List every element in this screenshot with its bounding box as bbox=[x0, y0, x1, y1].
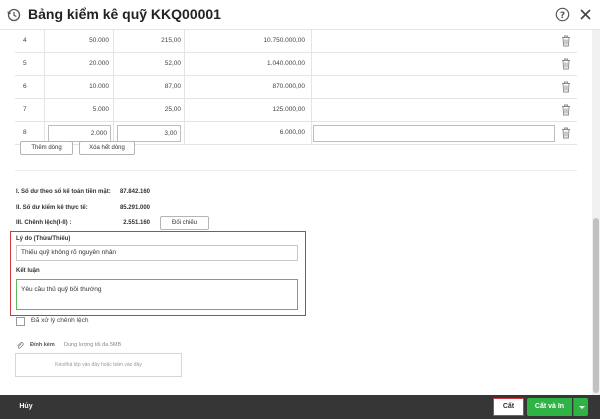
reconcile-button[interactable]: Đối chiếu bbox=[160, 216, 209, 230]
help-icon[interactable]: ? bbox=[555, 7, 570, 22]
row-index: 4 bbox=[23, 37, 27, 44]
amount-cell: 125.000,00 bbox=[272, 106, 305, 113]
column-divider bbox=[113, 30, 114, 52]
svg-text:?: ? bbox=[560, 11, 565, 21]
denomination-cell[interactable]: 5.000 bbox=[47, 99, 109, 121]
scrollbar-thumb[interactable] bbox=[593, 218, 599, 393]
column-divider bbox=[113, 99, 114, 121]
table-row: 4 50.000 215,00 10.750.000,00 bbox=[15, 30, 577, 53]
section-divider bbox=[15, 170, 577, 171]
book-balance-value: 87.842.160 bbox=[119, 189, 150, 195]
save-button[interactable]: Cất bbox=[493, 398, 524, 416]
column-divider bbox=[184, 30, 185, 52]
conclusion-textarea[interactable]: Yêu cầu thủ quỹ bồi thường bbox=[16, 279, 298, 310]
attachment-limit: Dung lượng tối đa 5MB bbox=[64, 342, 122, 348]
cancel-button[interactable]: Hủy bbox=[6, 399, 46, 415]
column-divider bbox=[184, 53, 185, 75]
column-divider bbox=[311, 99, 312, 121]
actual-balance-label: II. Số dư kiểm kê thực tế: bbox=[16, 205, 88, 211]
quantity-input[interactable]: 3,00 bbox=[117, 125, 181, 142]
row-index: 7 bbox=[23, 106, 27, 113]
column-divider bbox=[184, 122, 185, 144]
quantity-cell[interactable]: 87,00 bbox=[117, 76, 181, 98]
handled-difference-checkbox[interactable] bbox=[16, 317, 25, 326]
table-row: 5 20.000 52,00 1.040.000,00 bbox=[15, 53, 577, 76]
vertical-scrollbar[interactable] bbox=[592, 30, 600, 395]
quantity-cell[interactable]: 52,00 bbox=[117, 53, 181, 75]
column-divider bbox=[311, 30, 312, 52]
row-index: 6 bbox=[23, 83, 27, 90]
amount-cell: 870.000,00 bbox=[272, 83, 305, 90]
chevron-down-icon[interactable] bbox=[573, 398, 588, 416]
cash-count-table: 4 50.000 215,00 10.750.000,00 5 20.000 5… bbox=[15, 30, 577, 145]
column-divider bbox=[44, 30, 45, 52]
add-row-button[interactable]: Thêm dòng bbox=[20, 141, 73, 155]
note-input[interactable] bbox=[313, 125, 555, 142]
column-divider bbox=[113, 76, 114, 98]
quantity-cell[interactable]: 215,00 bbox=[117, 30, 181, 52]
difference-label: III. Chênh lệch(I-II) : bbox=[16, 220, 72, 226]
denomination-input[interactable]: 2.000 bbox=[48, 125, 111, 142]
trash-icon[interactable] bbox=[561, 104, 571, 116]
save-and-print-button[interactable]: Cất và In bbox=[527, 398, 572, 416]
column-divider bbox=[44, 76, 45, 98]
actual-balance-value: 85.291.000 bbox=[119, 205, 150, 211]
delete-all-rows-button[interactable]: Xóa hết dòng bbox=[79, 141, 135, 155]
column-divider bbox=[311, 76, 312, 98]
handled-difference-label: Đã xử lý chênh lệch bbox=[31, 317, 89, 324]
trash-icon[interactable] bbox=[561, 127, 571, 139]
column-divider bbox=[44, 99, 45, 121]
reason-input[interactable]: Thiếu quỹ không rõ nguyên nhân bbox=[16, 245, 298, 261]
column-divider bbox=[44, 53, 45, 75]
attachment-label: Đính kèm bbox=[30, 342, 55, 348]
column-divider bbox=[311, 53, 312, 75]
column-divider bbox=[113, 53, 114, 75]
trash-icon[interactable] bbox=[561, 58, 571, 70]
column-divider bbox=[184, 76, 185, 98]
column-divider bbox=[184, 99, 185, 121]
paperclip-icon bbox=[17, 342, 24, 349]
attachment-dropzone[interactable]: Kéo/thả tệp vào đây hoặc bấm vào đây bbox=[15, 353, 182, 377]
denomination-cell[interactable]: 20.000 bbox=[47, 53, 109, 75]
denomination-cell[interactable]: 10.000 bbox=[47, 76, 109, 98]
table-row: 7 5.000 25,00 125.000,00 bbox=[15, 99, 577, 122]
trash-icon[interactable] bbox=[561, 35, 571, 47]
table-row: 6 10.000 87,00 870.000,00 bbox=[15, 76, 577, 99]
difference-value: 2.551.160 bbox=[123, 220, 150, 226]
amount-cell: 6.000,00 bbox=[279, 129, 305, 136]
reason-label: Lý do (Thừa/Thiếu) bbox=[16, 236, 71, 242]
row-index: 5 bbox=[23, 60, 27, 67]
dialog-title: Bảng kiểm kê quỹ KKQ00001 bbox=[28, 6, 221, 22]
dialog-header: Bảng kiểm kê quỹ KKQ00001 ? bbox=[0, 0, 600, 30]
conclusion-label: Kết luận bbox=[16, 268, 40, 274]
amount-cell: 1.040.000,00 bbox=[267, 60, 305, 67]
quantity-cell[interactable]: 25,00 bbox=[117, 99, 181, 121]
history-icon[interactable] bbox=[7, 8, 21, 22]
trash-icon[interactable] bbox=[561, 81, 571, 93]
book-balance-label: I. Số dư theo sổ kế toán tiền mặt: bbox=[16, 189, 111, 195]
denomination-cell[interactable]: 50.000 bbox=[47, 30, 109, 52]
dialog-footer: Hủy Cất Cất và In bbox=[0, 395, 600, 419]
close-icon[interactable] bbox=[578, 7, 593, 22]
column-divider bbox=[311, 122, 312, 144]
amount-cell: 10.750.000,00 bbox=[263, 37, 305, 44]
